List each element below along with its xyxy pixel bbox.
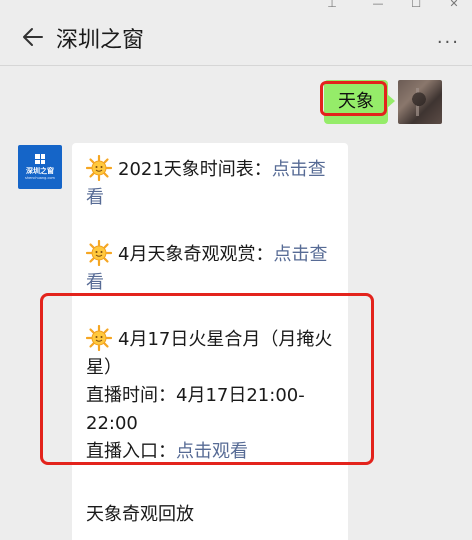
more-options-icon[interactable]: ··· <box>437 32 460 53</box>
sun-icon <box>86 240 112 266</box>
chat-header: 深圳之窗 ··· <box>0 12 472 66</box>
minimize-icon[interactable]: — <box>368 0 388 10</box>
pin-icon[interactable]: ⊥ <box>322 0 342 10</box>
official-account-avatar[interactable]: 深圳之窗 shenchuang.com <box>18 145 62 189</box>
highlight-box-sent <box>320 81 387 116</box>
highlight-box-event <box>40 293 374 465</box>
window-titlebar: ⊥ — ☐ ✕ <box>0 0 472 12</box>
replay-heading: 天象奇观回放 <box>86 504 194 525</box>
self-avatar[interactable] <box>398 80 442 124</box>
sun-icon <box>86 155 112 181</box>
oa-logo-name: 深圳之窗 <box>26 167 54 175</box>
item-text: 4月天象奇观观赏： <box>118 244 274 265</box>
back-arrow-icon[interactable] <box>20 24 46 50</box>
logo-grid-icon <box>35 154 45 164</box>
list-item: 4月天象奇观观赏：点击查看 <box>86 240 338 297</box>
item-text: 2021天象时间表： <box>118 159 272 180</box>
chat-title: 深圳之窗 <box>56 28 145 53</box>
oa-logo-url: shenchuang.com <box>25 176 55 180</box>
maximize-icon[interactable]: ☐ <box>406 0 426 10</box>
list-item: 2021天象时间表：点击查看 <box>86 155 338 212</box>
close-icon[interactable]: ✕ <box>444 0 464 10</box>
